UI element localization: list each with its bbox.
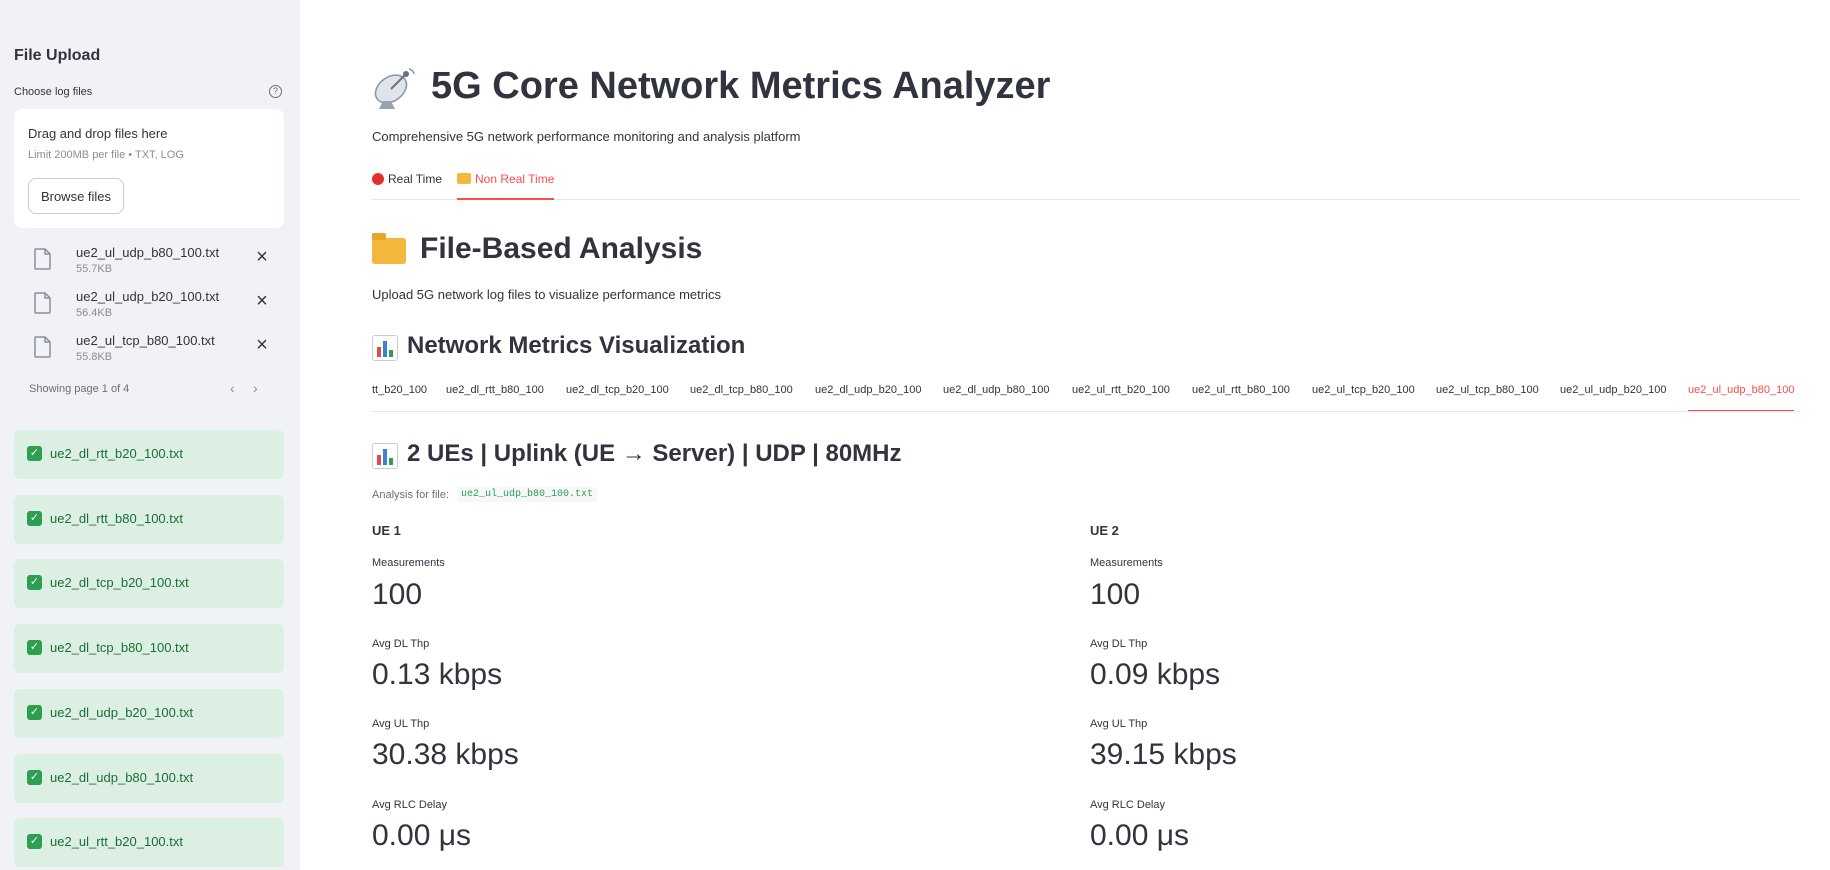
file-tab[interactable]: ue2_dl_udp_b80_100	[943, 384, 1049, 411]
check-icon: ✓	[27, 705, 42, 720]
metric-label: Avg RLC Delay	[1090, 799, 1165, 811]
check-icon: ✓	[27, 640, 42, 655]
analysis-file-code: ue2_ul_udp_b80_100.txt	[457, 487, 598, 502]
satellite-dish-icon	[374, 68, 415, 109]
mode-tabs: Real Time Non Real Time	[372, 172, 1800, 200]
browse-files-button[interactable]: Browse files	[28, 178, 124, 214]
check-icon: ✓	[27, 446, 42, 461]
metric-label: Avg DL Thp	[372, 638, 430, 650]
metric-value: 39.15 kbps	[1090, 738, 1237, 771]
check-icon: ✓	[27, 770, 42, 785]
help-icon[interactable]: ?	[269, 85, 282, 98]
uploader-label: Choose log files	[14, 86, 93, 98]
metric-value: 0.13 kbps	[372, 658, 503, 691]
success-alert: ✓ ue2_dl_tcp_b80_100.txt	[14, 624, 284, 673]
uploaded-file-row: ue2_ul_udp_b20_100.txt 56.4KB ×	[14, 287, 284, 327]
analysis-title: 2 UEs | Uplink (UE → Server) | UDP | 80M…	[407, 440, 902, 467]
uploaded-file-size: 55.7KB	[76, 263, 113, 275]
file-tabs: tt_b20_100 ue2_dl_rtt_b80_100 ue2_dl_tcp…	[372, 384, 1800, 412]
uploaded-file-row: ue2_ul_udp_b80_100.txt 55.7KB ×	[14, 243, 284, 283]
metric-label: Measurements	[1090, 557, 1163, 569]
chevron-right-icon[interactable]: ›	[253, 380, 258, 396]
file-tab[interactable]: ue2_dl_udp_b20_100	[815, 384, 921, 411]
tab-label: Non Real Time	[475, 172, 555, 186]
section-description: Upload 5G network log files to visualize…	[372, 287, 721, 302]
sidebar: File Upload Choose log files ? Drag and …	[0, 0, 300, 870]
section-title: File-Based Analysis	[420, 232, 703, 265]
dropzone-limit: Limit 200MB per file • TXT, LOG	[28, 149, 184, 161]
tab-non-real-time[interactable]: Non Real Time	[457, 172, 555, 200]
remove-file-close-icon[interactable]: ×	[252, 247, 272, 267]
ue1-heading: UE 1	[372, 523, 401, 538]
bar-chart-icon	[372, 443, 398, 469]
bar-chart-icon	[372, 335, 398, 361]
metric-value: 100	[1090, 578, 1141, 611]
success-label: ue2_dl_tcp_b20_100.txt	[50, 575, 189, 590]
file-tab[interactable]: ue2_ul_rtt_b80_100	[1192, 384, 1290, 411]
file-tab[interactable]: ue2_ul_tcp_b20_100	[1312, 384, 1415, 411]
page-subtitle: Comprehensive 5G network performance mon…	[372, 129, 801, 144]
metric-value: 30.38 kbps	[372, 738, 519, 771]
viz-title: Network Metrics Visualization	[407, 332, 746, 359]
uploaded-file-size: 55.8KB	[76, 351, 113, 363]
file-icon	[34, 336, 51, 358]
file-tab[interactable]: ue2_ul_udp_b20_100	[1560, 384, 1666, 411]
file-tab[interactable]: ue2_ul_rtt_b20_100	[1072, 384, 1170, 411]
success-alert: ✓ ue2_dl_udp_b20_100.txt	[14, 689, 284, 738]
tab-label: Real Time	[388, 172, 443, 186]
success-alert: ✓ ue2_dl_tcp_b20_100.txt	[14, 559, 284, 608]
success-alert: ✓ ue2_dl_rtt_b80_100.txt	[14, 495, 284, 544]
folder-icon	[457, 173, 471, 184]
check-icon: ✓	[27, 511, 42, 526]
check-icon: ✓	[27, 834, 42, 849]
metric-label: Avg UL Thp	[1090, 718, 1148, 730]
success-label: ue2_dl_tcp_b80_100.txt	[50, 640, 189, 655]
metric-value: 0.09 kbps	[1090, 658, 1221, 691]
metric-value: 0.00 μs	[1090, 819, 1190, 852]
page-title: 5G Core Network Metrics Analyzer	[431, 65, 1051, 107]
success-label: ue2_dl_udp_b20_100.txt	[50, 705, 194, 720]
success-label: ue2_dl_udp_b80_100.txt	[50, 770, 194, 785]
pager-text: Showing page 1 of 4	[29, 383, 130, 395]
file-dropzone[interactable]: Drag and drop files here Limit 200MB per…	[14, 109, 284, 228]
folder-icon	[372, 233, 406, 264]
success-alert: ✓ ue2_dl_rtt_b20_100.txt	[14, 430, 284, 479]
uploaded-file-name: ue2_ul_udp_b80_100.txt	[76, 245, 220, 260]
remove-file-close-icon[interactable]: ×	[252, 335, 272, 355]
dropzone-text: Drag and drop files here	[28, 126, 168, 141]
uploaded-file-name: ue2_ul_udp_b20_100.txt	[76, 289, 220, 304]
file-icon	[34, 248, 51, 270]
uploaded-file-size: 56.4KB	[76, 307, 113, 319]
success-label: ue2_dl_rtt_b80_100.txt	[50, 511, 183, 526]
file-tab[interactable]: ue2_ul_tcp_b80_100	[1436, 384, 1539, 411]
metric-label: Avg UL Thp	[372, 718, 430, 730]
metric-label: Avg DL Thp	[1090, 638, 1148, 650]
red-circle-icon	[372, 173, 384, 185]
chevron-left-icon[interactable]: ‹	[230, 380, 235, 396]
file-icon	[34, 292, 51, 314]
success-label: ue2_dl_rtt_b20_100.txt	[50, 446, 183, 461]
success-label: ue2_ul_rtt_b20_100.txt	[50, 834, 183, 849]
file-tab-active[interactable]: ue2_ul_udp_b80_100	[1688, 384, 1795, 411]
main-content: 5G Core Network Metrics Analyzer Compreh…	[300, 0, 1830, 870]
sidebar-title: File Upload	[14, 47, 101, 64]
remove-file-close-icon[interactable]: ×	[252, 291, 272, 311]
success-alert: ✓ ue2_dl_udp_b80_100.txt	[14, 754, 284, 803]
metric-label: Measurements	[372, 557, 445, 569]
file-tab[interactable]: ue2_dl_rtt_b80_100	[446, 384, 544, 411]
file-tab[interactable]: ue2_dl_tcp_b20_100	[566, 384, 669, 411]
check-icon: ✓	[27, 575, 42, 590]
analysis-for-label: Analysis for file:	[372, 489, 450, 501]
uploaded-file-row: ue2_ul_tcp_b80_100.txt 55.8KB ×	[14, 331, 284, 371]
metric-value: 0.00 μs	[372, 819, 472, 852]
tab-real-time[interactable]: Real Time	[372, 172, 442, 200]
ue2-heading: UE 2	[1090, 523, 1119, 538]
metric-value: 100	[372, 578, 423, 611]
metric-label: Avg RLC Delay	[372, 799, 447, 811]
file-tab[interactable]: ue2_dl_tcp_b80_100	[690, 384, 793, 411]
uploaded-file-name: ue2_ul_tcp_b80_100.txt	[76, 333, 215, 348]
file-tab[interactable]: tt_b20_100	[372, 384, 427, 411]
success-alert: ✓ ue2_ul_rtt_b20_100.txt	[14, 818, 284, 867]
